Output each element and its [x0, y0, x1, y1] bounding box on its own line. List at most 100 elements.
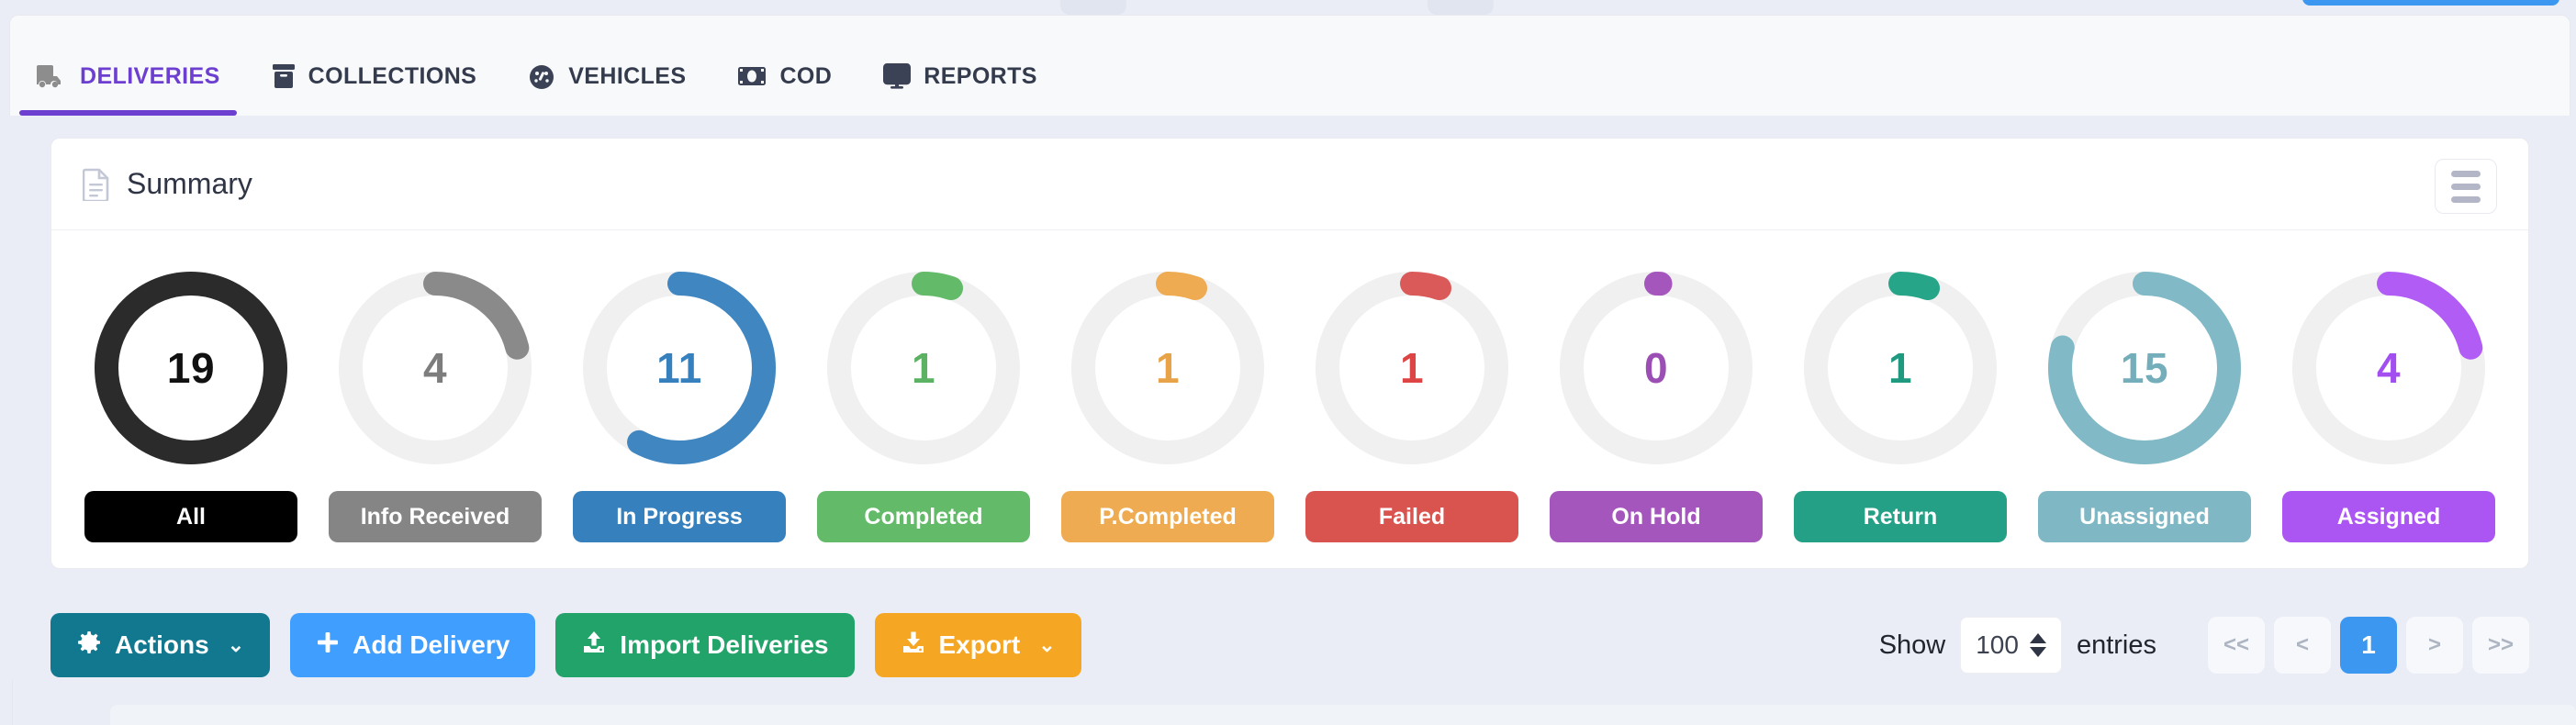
status-donut-return[interactable]: 1 Return — [1786, 262, 2014, 542]
table-header-stub — [110, 705, 2576, 725]
tab-cod[interactable]: COD — [711, 15, 857, 116]
add-delivery-button[interactable]: Add Delivery — [290, 613, 536, 677]
summary-menu-button[interactable] — [2435, 159, 2497, 214]
donut-label-pill[interactable]: Return — [1794, 491, 2007, 542]
show-entries-label: Show — [1878, 630, 1946, 660]
plus-icon — [316, 630, 340, 661]
tab-bar-card: DELIVERIES COLLECTIONS VEHICLES COD REPO… — [9, 15, 2570, 116]
tab-list: DELIVERIES COLLECTIONS VEHICLES COD REPO… — [10, 15, 1063, 116]
entries-label: entries — [2076, 630, 2156, 660]
actions-button-label: Actions — [115, 630, 209, 659]
box-icon — [272, 63, 296, 89]
import-deliveries-button[interactable]: Import Deliveries — [555, 613, 855, 677]
donut-ring: 1 — [1794, 262, 2007, 474]
page-size-value: 100 — [1976, 630, 2019, 659]
donut-value: 1 — [1887, 344, 1913, 392]
donut-ring: 4 — [329, 262, 542, 474]
hamburger-icon-line — [2451, 170, 2481, 177]
donut-label-pill[interactable]: Info Received — [329, 491, 542, 542]
document-icon — [83, 168, 110, 201]
left-rail — [0, 679, 13, 725]
status-donut-assigned[interactable]: 4 Assigned — [2275, 262, 2503, 542]
donut-label-pill[interactable]: Completed — [817, 491, 1030, 542]
status-donut-completed[interactable]: 1 Completed — [810, 262, 1037, 542]
tab-label: COLLECTIONS — [308, 62, 477, 89]
app-root: DELIVERIES COLLECTIONS VEHICLES COD REPO… — [0, 0, 2576, 725]
chevron-down-icon: ⌄ — [1038, 633, 1056, 656]
upload-icon — [581, 630, 607, 662]
add-delivery-label: Add Delivery — [353, 630, 510, 659]
page-size-select[interactable]: 100 — [1960, 617, 2062, 674]
gauge-icon — [528, 63, 555, 89]
tab-label: VEHICLES — [568, 62, 687, 89]
tab-label: DELIVERIES — [80, 62, 220, 89]
monitor-icon — [883, 63, 912, 89]
tab-collections[interactable]: COLLECTIONS — [246, 15, 503, 116]
pager-page-1-button[interactable]: 1 — [2340, 617, 2397, 674]
status-donut-all[interactable]: 19 All — [77, 262, 305, 542]
donut-ring: 15 — [2038, 262, 2251, 474]
hamburger-icon-line — [2451, 183, 2481, 190]
donut-label-pill[interactable]: All — [84, 491, 297, 542]
donut-value: 0 — [1643, 344, 1669, 392]
money-icon — [737, 65, 767, 87]
donut-ring: 11 — [573, 262, 786, 474]
table-toolbar: Actions ⌄ Add Delivery Import Deliveries — [50, 613, 2529, 677]
actions-button[interactable]: Actions ⌄ — [50, 613, 271, 677]
tab-deliveries[interactable]: DELIVERIES — [10, 15, 246, 116]
donut-ring: 1 — [1061, 262, 1274, 474]
truck-icon — [36, 64, 67, 88]
donut-ring: 1 — [1305, 262, 1518, 474]
import-deliveries-label: Import Deliveries — [620, 630, 829, 659]
status-donut-failed[interactable]: 1 Failed — [1298, 262, 1526, 542]
donut-value: 1 — [1399, 344, 1425, 392]
pagination-controls: Show 100 entries << < 1 > >> — [1879, 613, 2529, 677]
gear-icon — [76, 630, 102, 662]
export-button[interactable]: Export ⌄ — [874, 613, 1081, 677]
top-primary-button[interactable] — [2302, 0, 2559, 6]
donut-label-pill[interactable]: In Progress — [573, 491, 786, 542]
status-donut-in-progress[interactable]: 11 In Progress — [566, 262, 793, 542]
donut-value: 11 — [656, 344, 702, 392]
donut-value: 1 — [911, 344, 936, 392]
donut-label-pill[interactable]: Assigned — [2282, 491, 2495, 542]
tab-reports[interactable]: REPORTS — [857, 15, 1063, 116]
top-ghost-button-2 — [1428, 0, 1494, 15]
status-donut-row: 19 All 4 Info Received 11 In Progress 1 Complet… — [51, 230, 2528, 542]
donut-label-pill[interactable]: Unassigned — [2038, 491, 2251, 542]
page-title: Summary — [127, 167, 252, 200]
donut-ring: 1 — [817, 262, 1030, 474]
donut-value: 19 — [166, 344, 216, 392]
tab-vehicles[interactable]: VEHICLES — [502, 15, 711, 116]
donut-ring: 0 — [1550, 262, 1763, 474]
export-button-label: Export — [938, 630, 1021, 659]
donut-ring: 19 — [84, 262, 297, 474]
hamburger-icon-line — [2451, 195, 2481, 203]
summary-card: Summary 19 All 4 Info Received 11 In Progress… — [50, 138, 2529, 569]
donut-ring: 4 — [2282, 262, 2495, 474]
tab-label: REPORTS — [924, 62, 1037, 89]
pager-last-button[interactable]: >> — [2472, 617, 2529, 674]
status-donut-unassigned[interactable]: 15 Unassigned — [2031, 262, 2258, 542]
donut-value: 4 — [422, 344, 448, 392]
donut-label-pill[interactable]: Failed — [1305, 491, 1518, 542]
status-donut-info-received[interactable]: 4 Info Received — [321, 262, 549, 542]
donut-value: 15 — [2120, 344, 2169, 392]
download-icon — [901, 630, 926, 662]
status-donut-on-hold[interactable]: 0 On Hold — [1542, 262, 1770, 542]
pager-first-button[interactable]: << — [2208, 617, 2265, 674]
top-ghost-button-1 — [1060, 0, 1126, 15]
pager-next-button[interactable]: > — [2406, 617, 2463, 674]
stepper-icon — [2029, 633, 2046, 657]
chevron-down-icon: ⌄ — [227, 633, 245, 656]
pager: << < 1 > >> — [2208, 617, 2529, 674]
donut-label-pill[interactable]: On Hold — [1550, 491, 1763, 542]
status-donut-p-completed[interactable]: 1 P.Completed — [1054, 262, 1282, 542]
donut-value: 1 — [1155, 344, 1181, 392]
donut-label-pill[interactable]: P.Completed — [1061, 491, 1274, 542]
tab-label: COD — [779, 62, 833, 89]
summary-header: Summary — [51, 139, 2528, 230]
pager-prev-button[interactable]: < — [2274, 617, 2331, 674]
top-chrome-strip — [0, 0, 2576, 15]
donut-value: 4 — [2376, 344, 2402, 392]
